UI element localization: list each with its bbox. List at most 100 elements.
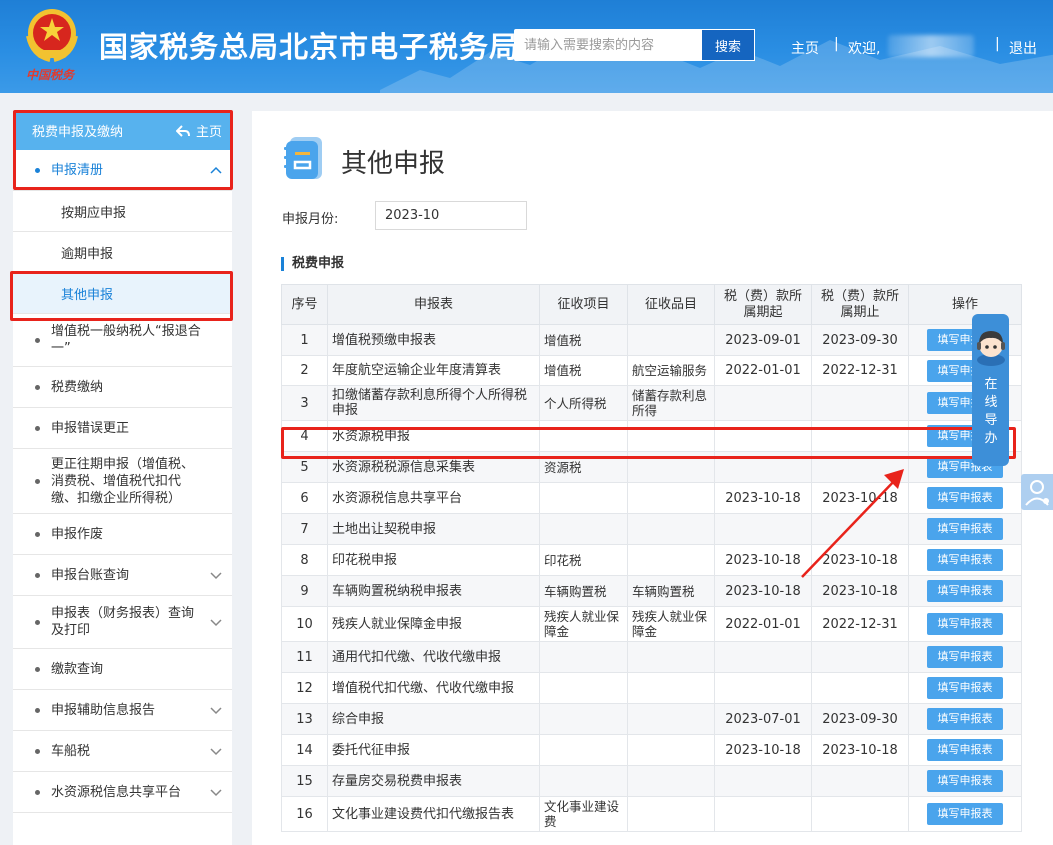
sidebar-item-label: 缴款查询 [51,661,104,677]
collection-subitem-cell [627,451,715,483]
period-end-cell [811,765,909,797]
chevron-down-icon [210,572,222,580]
section-title: 税费申报 [281,257,344,271]
period-start-cell: 2022-01-01 [714,606,812,642]
collection-item-cell [539,672,628,704]
collection-subitem-cell [627,544,715,576]
col-header: 征收品目 [627,284,715,325]
collection-subitem-cell [627,703,715,735]
bullet-icon [35,790,40,795]
fill-form-button[interactable]: 填写申报表 [927,646,1003,668]
table-row: 14 委托代征申报 2023-10-18 2023-10-18 填写申报表 [281,734,1022,766]
sidebar-item-declaration-list[interactable]: 申报清册 [13,150,232,191]
table-header-row: 序号 申报表 征收项目 征收品目 税（费）款所属期起 税（费）款所属期止 操作 [281,284,1022,325]
period-end-cell [811,641,909,673]
sidebar-home-label: 主页 [195,125,222,140]
bullet-icon [35,708,40,713]
period-end-cell: 2022-12-31 [811,355,909,386]
sidebar-item-void[interactable]: 申报作废 [13,514,232,555]
collection-subitem-cell [627,482,715,514]
sidebar-item-label: 申报表（财务报表）查询及打印 [51,606,195,638]
fill-form-button[interactable]: 填写申报表 [927,739,1003,761]
sidebar-item-water-platform[interactable]: 水资源税信息共享平台 [13,772,232,813]
main-panel: 其他申报 申报月份: 税费申报 序号 申报表 征收项目 征收品目 税（费）款所属… [252,111,1053,845]
collection-subitem-cell [627,672,715,704]
period-start-cell [714,451,812,483]
site-header: 中国税务 国家税务总局北京市电子税务局 搜索 主页 | 欢迎, | 退出 [0,0,1053,93]
tax-emblem-icon [26,9,78,62]
masked-username [888,35,974,57]
sidebar-home-link[interactable]: 主页 [175,121,222,140]
site-title: 国家税务总局北京市电子税务局 [99,30,520,64]
collection-item-cell: 增值税 [539,355,628,386]
fill-form-button[interactable]: 填写申报表 [927,580,1003,602]
sidebar-item-vat-refund[interactable]: 增值税一般纳税人“报退合一” [13,314,232,367]
chevron-down-icon [210,748,222,756]
table-row: 13 综合申报 2023-07-01 2023-09-30 填写申报表 [281,703,1022,735]
fill-form-button[interactable]: 填写申报表 [927,518,1003,540]
sidebar-item-past-correction[interactable]: 更正往期申报（增值税、消费税、增值税代扣代缴、扣缴企业所得税） [13,449,232,514]
period-start-cell: 2022-01-01 [714,355,812,386]
back-arrow-icon [175,124,190,137]
sidebar-item-label: 申报台账查询 [51,567,130,583]
emblem-caption: 中国税务 [26,68,75,82]
form-name-cell: 文化事业建设费代扣代缴报告表 [327,796,540,832]
col-header: 序号 [281,284,328,325]
chevron-down-icon [210,707,222,715]
period-end-cell: 2023-10-18 [811,544,909,576]
declaration-icon [284,137,322,179]
table-row: 7 土地出让契税申报 填写申报表 [281,513,1022,545]
sidebar-subitem-overdue[interactable]: 逾期申报 [13,232,232,273]
sidebar-item-ledger[interactable]: 申报台账查询 [13,555,232,596]
fill-form-button[interactable]: 填写申报表 [927,677,1003,699]
row-number: 1 [281,324,328,356]
home-link[interactable]: 主页 [791,38,819,58]
fill-form-button[interactable]: 填写申报表 [927,613,1003,635]
table-row: 11 通用代扣代缴、代收代缴申报 填写申报表 [281,641,1022,673]
sidebar-item-payment[interactable]: 税费缴纳 [13,367,232,408]
period-end-cell [811,420,909,452]
assistant-avatar-icon [977,331,1005,366]
welcome-text: 欢迎, [848,41,881,57]
form-name-cell: 水资源税申报 [327,420,540,452]
table-row: 15 存量房交易税费申报表 填写申报表 [281,765,1022,797]
collection-subitem-cell: 储蓄存款利息所得 [627,385,715,421]
table-row: 10 残疾人就业保障金申报 残疾人就业保障金 残疾人就业保障金 2022-01-01 20… [281,606,1022,642]
sidebar-item-payment-query[interactable]: 缴款查询 [13,649,232,690]
period-start-cell [714,796,812,832]
search-button[interactable]: 搜索 [701,29,755,61]
sidebar-subitem-periodic[interactable]: 按期应申报 [13,191,232,232]
bullet-icon [35,573,40,578]
collection-subitem-cell [627,734,715,766]
logout-link[interactable]: 退出 [1009,38,1037,58]
fill-form-button[interactable]: 填写申报表 [927,803,1003,825]
online-guide-widget[interactable]: 在线导办 [972,314,1009,466]
fill-form-button[interactable]: 填写申报表 [927,708,1003,730]
fill-form-button[interactable]: 填写申报表 [927,549,1003,571]
search-input[interactable] [514,29,701,61]
collection-subitem-cell: 航空运输服务 [627,355,715,386]
row-number: 10 [281,606,328,642]
sidebar-title: 税费申报及缴纳 [32,125,124,140]
action-cell: 填写申报表 [908,734,1022,766]
table-row: 5 水资源税税源信息采集表 资源税 填写申报表 [281,451,1022,483]
user-service-float[interactable] [1021,474,1053,510]
fill-form-button[interactable]: 填写申报表 [927,770,1003,792]
sidebar-subitem-other[interactable]: 其他申报 [13,273,232,314]
form-name-cell: 年度航空运输企业年度清算表 [327,355,540,386]
sidebar-item-report-print[interactable]: 申报表（财务报表）查询及打印 [13,596,232,649]
form-name-cell: 综合申报 [327,703,540,735]
fill-form-button[interactable]: 填写申报表 [927,487,1003,509]
sidebar-item-label: 更正往期申报（增值税、消费税、增值税代扣代缴、扣缴企业所得税） [51,456,195,506]
row-number: 5 [281,451,328,483]
collection-item-cell [539,765,628,797]
sidebar-item-aux-report[interactable]: 申报辅助信息报告 [13,690,232,731]
sidebar-item-label: 水资源税信息共享平台 [51,784,182,800]
sidebar-item-vehicle-tax[interactable]: 车船税 [13,731,232,772]
collection-item-cell: 车辆购置税 [539,575,628,607]
sidebar-item-correction[interactable]: 申报错误更正 [13,408,232,449]
collection-item-cell: 资源税 [539,451,628,483]
period-end-cell [811,796,909,832]
collection-item-cell: 残疾人就业保障金 [539,606,628,642]
month-input[interactable] [375,201,527,230]
